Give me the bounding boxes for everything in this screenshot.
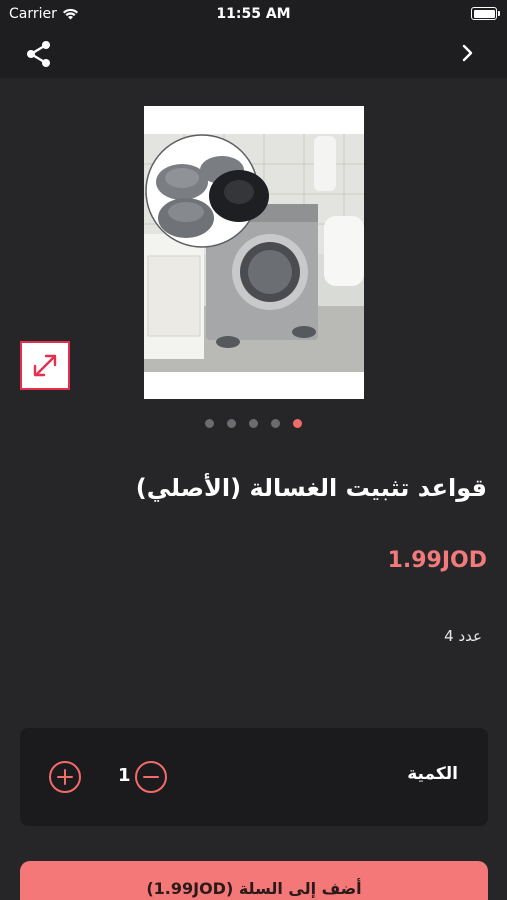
product-title: قواعد تثبيت الغسالة (الأصلي) bbox=[135, 474, 487, 502]
status-bar: Carrier 11:55 AM bbox=[0, 0, 507, 28]
product-price: 1.99JOD bbox=[387, 548, 487, 573]
share-icon bbox=[27, 41, 50, 67]
quantity-label: الكمية bbox=[407, 764, 458, 784]
product-image[interactable] bbox=[144, 106, 364, 399]
expand-image-button[interactable] bbox=[20, 341, 70, 390]
image-pagination bbox=[0, 419, 507, 429]
pagination-dot[interactable] bbox=[205, 419, 214, 428]
navigation-bar bbox=[0, 28, 507, 78]
pagination-dot[interactable] bbox=[271, 419, 280, 428]
quantity-card: 1 الكمية bbox=[20, 728, 488, 826]
product-photo bbox=[144, 134, 364, 372]
share-button[interactable] bbox=[24, 40, 54, 68]
product-note: عدد 4 bbox=[444, 627, 482, 645]
decrease-quantity-button[interactable] bbox=[135, 761, 167, 793]
quantity-value: 1 bbox=[118, 765, 131, 786]
chevron-right-icon bbox=[462, 44, 473, 62]
add-to-cart-button[interactable]: أضف إلى السلة (1.99JOD) bbox=[20, 861, 488, 900]
increase-quantity-button[interactable] bbox=[49, 761, 81, 793]
back-button[interactable] bbox=[459, 42, 477, 64]
add-to-cart-label: أضف إلى السلة (1.99JOD) bbox=[146, 879, 362, 898]
battery-icon bbox=[471, 7, 500, 20]
pagination-dot-active[interactable] bbox=[293, 419, 302, 428]
pagination-dot[interactable] bbox=[249, 419, 258, 428]
status-time: 11:55 AM bbox=[216, 6, 291, 22]
expand-arrows-icon bbox=[33, 354, 57, 377]
pagination-dot[interactable] bbox=[227, 419, 236, 428]
